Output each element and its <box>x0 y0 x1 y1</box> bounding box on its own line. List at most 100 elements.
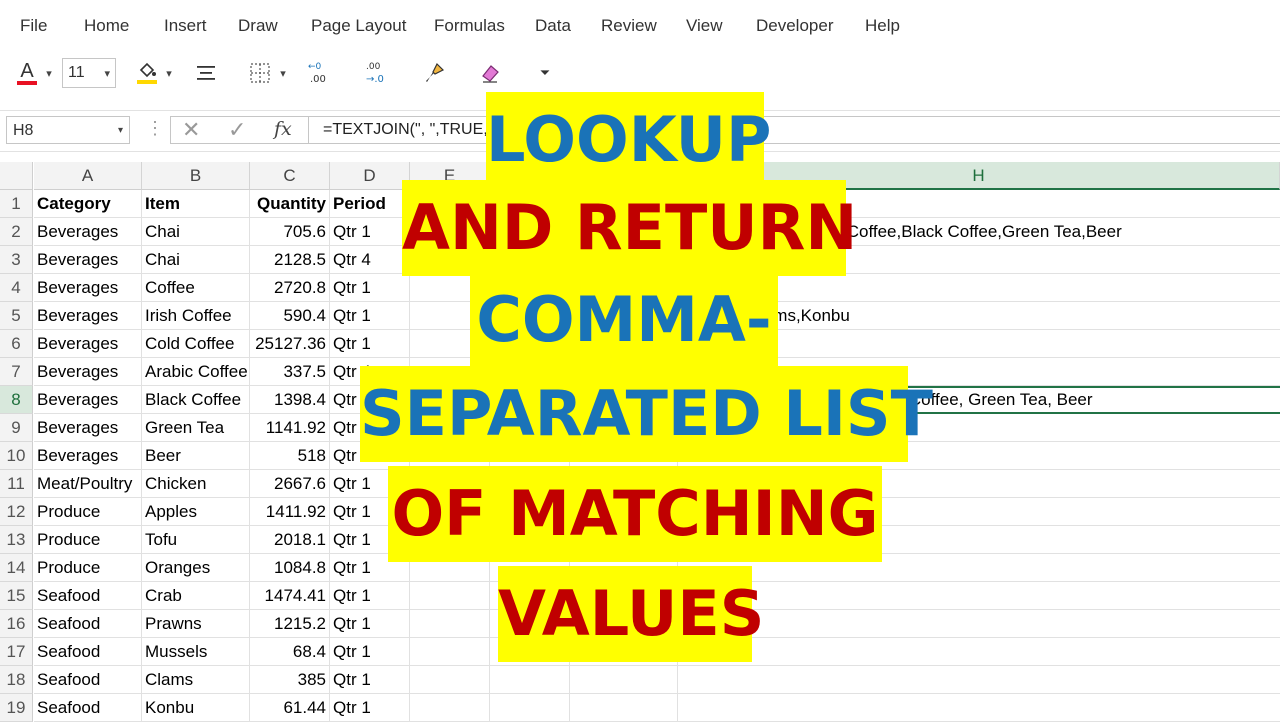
cell-d18[interactable]: Qtr 1 <box>330 666 410 694</box>
row-header[interactable]: 14 <box>0 554 33 582</box>
cell-b14[interactable]: Oranges <box>142 554 250 582</box>
cell-b3[interactable]: Chai <box>142 246 250 274</box>
cell-e17[interactable] <box>410 638 490 666</box>
cell-a6[interactable]: Beverages <box>34 330 142 358</box>
row-header[interactable]: 12 <box>0 498 33 526</box>
confirm-icon[interactable]: ✓ <box>228 117 246 143</box>
cell-c7[interactable]: 337.5 <box>250 358 330 386</box>
cell-e15[interactable] <box>410 582 490 610</box>
cell-g19[interactable] <box>570 694 678 722</box>
cell-h19[interactable] <box>668 694 1280 722</box>
cell-c10[interactable]: 518 <box>250 442 330 470</box>
cell-e18[interactable] <box>410 666 490 694</box>
cell-a2[interactable]: Beverages <box>34 218 142 246</box>
cell-b2[interactable]: Chai <box>142 218 250 246</box>
insert-function-button[interactable]: fx <box>274 118 292 140</box>
fill-color-dropdown[interactable]: ▾ <box>162 58 176 88</box>
cell-g18[interactable] <box>570 666 678 694</box>
row-header[interactable]: 10 <box>0 442 33 470</box>
align-button[interactable] <box>192 58 220 88</box>
cell-c12[interactable]: 1411.92 <box>250 498 330 526</box>
menu-home[interactable]: Home <box>84 16 129 36</box>
cell-d19[interactable]: Qtr 1 <box>330 694 410 722</box>
cell-a10[interactable]: Beverages <box>34 442 142 470</box>
cell-e16[interactable] <box>410 610 490 638</box>
row-header[interactable]: 19 <box>0 694 33 722</box>
cell-c9[interactable]: 1141.92 <box>250 414 330 442</box>
cell-c14[interactable]: 1084.8 <box>250 554 330 582</box>
borders-button[interactable] <box>246 58 274 88</box>
cell-a17[interactable]: Seafood <box>34 638 142 666</box>
cell-b13[interactable]: Tofu <box>142 526 250 554</box>
menu-draw[interactable]: Draw <box>238 16 278 36</box>
font-color-dropdown[interactable]: ▾ <box>42 58 56 88</box>
cell-d16[interactable]: Qtr 1 <box>330 610 410 638</box>
cell-a5[interactable]: Beverages <box>34 302 142 330</box>
menu-data[interactable]: Data <box>535 16 571 36</box>
select-all-corner[interactable] <box>0 162 33 190</box>
cell-a11[interactable]: Meat/Poultry <box>34 470 142 498</box>
cell-d6[interactable]: Qtr 1 <box>330 330 410 358</box>
cell-f19[interactable] <box>490 694 570 722</box>
row-header[interactable]: 5 <box>0 302 33 330</box>
cell-c6[interactable]: 25127.36 <box>250 330 330 358</box>
format-painter-button[interactable] <box>420 58 448 88</box>
cell-a14[interactable]: Produce <box>34 554 142 582</box>
cell-a7[interactable]: Beverages <box>34 358 142 386</box>
cell-a1[interactable]: Category <box>34 190 142 218</box>
cell-h18[interactable] <box>668 666 1280 694</box>
decrease-decimal-button[interactable]: ←0.00 <box>302 58 336 88</box>
borders-dropdown[interactable]: ▾ <box>276 58 290 88</box>
column-header-b[interactable]: B <box>142 162 250 190</box>
cell-c16[interactable]: 1215.2 <box>250 610 330 638</box>
menu-page-layout[interactable]: Page Layout <box>311 16 406 36</box>
cell-e19[interactable] <box>410 694 490 722</box>
cell-a9[interactable]: Beverages <box>34 414 142 442</box>
cell-c11[interactable]: 2667.6 <box>250 470 330 498</box>
cell-b12[interactable]: Apples <box>142 498 250 526</box>
menu-view[interactable]: View <box>686 16 723 36</box>
menu-help[interactable]: Help <box>865 16 900 36</box>
cell-b18[interactable]: Clams <box>142 666 250 694</box>
font-size-select[interactable]: 11 ▾ <box>62 58 116 88</box>
cell-f18[interactable] <box>490 666 570 694</box>
cell-a3[interactable]: Beverages <box>34 246 142 274</box>
cell-a15[interactable]: Seafood <box>34 582 142 610</box>
cell-b1[interactable]: Item <box>142 190 250 218</box>
cell-c18[interactable]: 385 <box>250 666 330 694</box>
cell-b5[interactable]: Irish Coffee <box>142 302 250 330</box>
cell-b11[interactable]: Chicken <box>142 470 250 498</box>
cell-a18[interactable]: Seafood <box>34 666 142 694</box>
name-box[interactable]: H8 ▾ <box>6 116 130 144</box>
cell-d1[interactable]: Period <box>330 190 410 218</box>
customize-toolbar-button[interactable]: ⏷ <box>534 58 556 88</box>
menu-developer[interactable]: Developer <box>756 16 834 36</box>
cell-d3[interactable]: Qtr 4 <box>330 246 410 274</box>
row-header[interactable]: 3 <box>0 246 33 274</box>
cell-a16[interactable]: Seafood <box>34 610 142 638</box>
column-header-d[interactable]: D <box>330 162 410 190</box>
menu-file[interactable]: File <box>20 16 47 36</box>
row-header[interactable]: 6 <box>0 330 33 358</box>
cell-a8[interactable]: Beverages <box>34 386 142 414</box>
row-header[interactable]: 9 <box>0 414 33 442</box>
cell-c8[interactable]: 1398.4 <box>250 386 330 414</box>
cancel-icon[interactable]: ✕ <box>182 117 200 143</box>
cell-b9[interactable]: Green Tea <box>142 414 250 442</box>
cell-b19[interactable]: Konbu <box>142 694 250 722</box>
row-header[interactable]: 2 <box>0 218 33 246</box>
row-header[interactable]: 4 <box>0 274 33 302</box>
row-header[interactable]: 17 <box>0 638 33 666</box>
row-header[interactable]: 13 <box>0 526 33 554</box>
cell-c15[interactable]: 1474.41 <box>250 582 330 610</box>
cell-b10[interactable]: Beer <box>142 442 250 470</box>
cell-a19[interactable]: Seafood <box>34 694 142 722</box>
cell-a4[interactable]: Beverages <box>34 274 142 302</box>
cell-c13[interactable]: 2018.1 <box>250 526 330 554</box>
cell-c3[interactable]: 2128.5 <box>250 246 330 274</box>
cell-d4[interactable]: Qtr 1 <box>330 274 410 302</box>
cell-b17[interactable]: Mussels <box>142 638 250 666</box>
cell-a13[interactable]: Produce <box>34 526 142 554</box>
cell-b4[interactable]: Coffee <box>142 274 250 302</box>
cell-c1[interactable]: Quantity <box>250 190 330 218</box>
